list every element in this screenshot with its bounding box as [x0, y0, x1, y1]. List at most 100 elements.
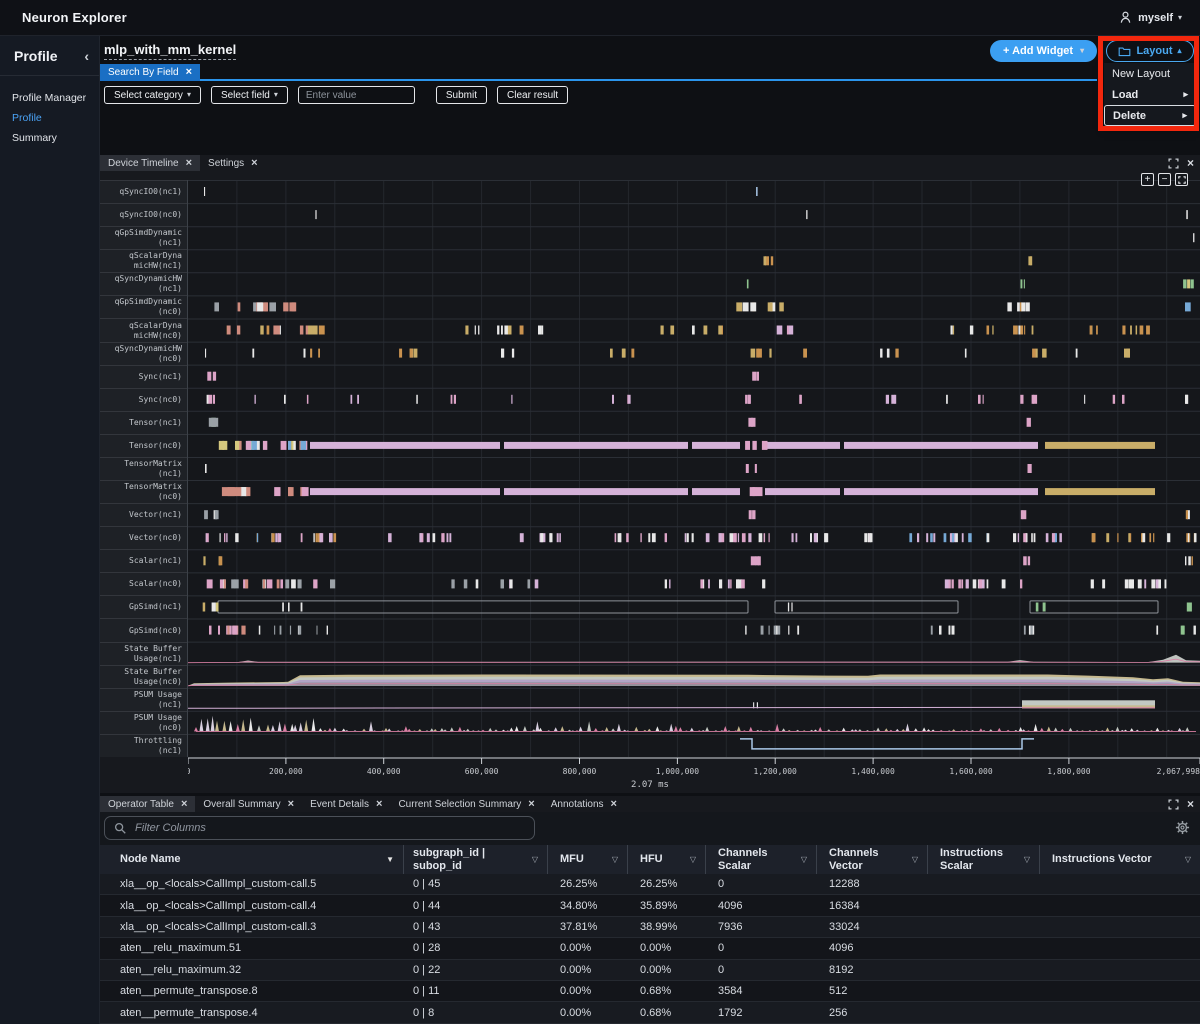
- menu-item-label: Load: [1112, 89, 1138, 101]
- column-header-channels-vector[interactable]: Channels Vector▽: [817, 845, 928, 874]
- table-row[interactable]: xla__op_<locals>CallImpl_custom-call.30 …: [100, 917, 1200, 938]
- svg-text:800,000: 800,000: [563, 767, 597, 776]
- column-header-channels-scalar[interactable]: Channels Scalar▽: [706, 845, 817, 874]
- cell-subgraph-id-subop-id: 0 | 45: [404, 878, 548, 890]
- track-label-qgpsimddynamic-nc1: qGpSimdDynamic(nc1): [100, 226, 187, 249]
- sidebar-collapse-icon[interactable]: ‹: [84, 48, 89, 64]
- zoom-fit-button[interactable]: [1175, 173, 1188, 186]
- menu-item-new-layout[interactable]: New Layout: [1104, 63, 1196, 84]
- close-icon[interactable]: ×: [528, 799, 534, 810]
- track-label-psum-usage-nc1: PSUM Usage(nc1): [100, 688, 187, 711]
- add-widget-button[interactable]: + Add Widget ▾: [990, 40, 1097, 62]
- cell-hfu: 0.00%: [628, 964, 706, 976]
- track-label-tensor-nc0: Tensor(nc0): [100, 434, 187, 457]
- table-row[interactable]: aten__permute_transpose.80 | 110.00%0.68…: [100, 981, 1200, 1002]
- svg-text:1,600,000: 1,600,000: [949, 767, 993, 776]
- tab-label: Annotations: [551, 799, 604, 810]
- zoom-in-button[interactable]: +: [1141, 173, 1154, 186]
- track-label-scalar-nc0: Scalar(nc0): [100, 572, 187, 595]
- cell-hfu: 0.00%: [628, 942, 706, 954]
- tab-annotations[interactable]: Annotations ×: [543, 796, 625, 812]
- close-icon[interactable]: ×: [186, 158, 192, 169]
- table-row[interactable]: xla__op_<locals>CallImpl_custom-call.50 …: [100, 874, 1200, 895]
- chevron-down-icon: ▾: [1080, 47, 1084, 55]
- tab-search-by-field[interactable]: Search By Field ×: [100, 64, 200, 81]
- expand-panel-icon[interactable]: [1168, 158, 1179, 169]
- tab-current-selection-summary[interactable]: Current Selection Summary×: [390, 796, 542, 812]
- expand-panel-icon[interactable]: [1168, 799, 1179, 810]
- cell-node-name: xla__op_<locals>CallImpl_custom-call.5: [100, 878, 404, 890]
- submit-button[interactable]: Submit: [436, 86, 487, 104]
- tab-device-timeline[interactable]: Device Timeline×: [100, 155, 200, 171]
- sort-icon[interactable]: ▽: [912, 855, 918, 864]
- timeline-axis-svg: 0200,000400,000600,000800,0001,000,0001,…: [188, 757, 1200, 781]
- close-panel-icon[interactable]: ×: [1187, 798, 1194, 810]
- chevron-down-icon: ▾: [187, 91, 191, 99]
- timeline-plot[interactable]: [188, 180, 1200, 757]
- clear-result-button[interactable]: Clear result: [497, 86, 568, 104]
- track-label-state-buffer-usage-nc0: State BufferUsage(nc0): [100, 665, 187, 688]
- table-row[interactable]: xla__op_<locals>CallImpl_custom-call.40 …: [100, 895, 1200, 916]
- track-label-sync-nc0: Sync(nc0): [100, 388, 187, 411]
- table-header: Node Name▼subgraph_id | subop_id▽MFU▽HFU…: [100, 845, 1200, 874]
- sort-icon[interactable]: ▽: [1024, 855, 1030, 864]
- value-input[interactable]: [298, 86, 415, 104]
- sidebar-item-summary[interactable]: Summary: [0, 128, 99, 148]
- svg-text:1,800,000: 1,800,000: [1047, 767, 1091, 776]
- cell-channels-scalar: 0: [706, 964, 817, 976]
- cell-hfu: 38.99%: [628, 921, 706, 933]
- close-icon[interactable]: ×: [251, 158, 257, 169]
- close-icon[interactable]: ×: [611, 799, 617, 810]
- svg-text:1,400,000: 1,400,000: [851, 767, 895, 776]
- column-header-node-name[interactable]: Node Name▼: [100, 845, 404, 874]
- column-label: Node Name: [120, 853, 386, 866]
- sort-icon[interactable]: ▽: [532, 855, 538, 864]
- close-icon[interactable]: ×: [181, 799, 187, 810]
- track-labels: qSyncIO0(nc1)qSyncIO0(nc0)qGpSimdDynamic…: [100, 180, 188, 757]
- sort-icon[interactable]: ▽: [801, 855, 807, 864]
- sidebar-item-profile-manager[interactable]: Profile Manager: [0, 88, 99, 108]
- select-field-button[interactable]: Select field ▾: [211, 86, 288, 104]
- table-body: xla__op_<locals>CallImpl_custom-call.50 …: [100, 874, 1200, 1024]
- track-label-vector-nc0: Vector(nc0): [100, 526, 187, 549]
- tab-label: Settings: [208, 158, 244, 169]
- close-icon[interactable]: ×: [288, 799, 294, 810]
- layout-button[interactable]: Layout ▴: [1106, 40, 1194, 62]
- close-icon[interactable]: ×: [186, 67, 192, 78]
- tab-settings[interactable]: Settings ×: [200, 155, 266, 171]
- column-header-instructions-scalar[interactable]: Instructions Scalar▽: [928, 845, 1040, 874]
- tab-event-details[interactable]: Event Details×: [302, 796, 390, 812]
- column-header-hfu[interactable]: HFU▽: [628, 845, 706, 874]
- column-header-instructions-vector[interactable]: Instructions Vector▽: [1040, 845, 1200, 874]
- table-row[interactable]: aten__relu_maximum.320 | 220.00%0.00%081…: [100, 960, 1200, 981]
- gear-icon[interactable]: [1175, 820, 1190, 835]
- sort-icon[interactable]: ▽: [690, 855, 696, 864]
- filter-columns-input[interactable]: [104, 816, 535, 840]
- zoom-out-button[interactable]: −: [1158, 173, 1171, 186]
- menu-item-delete[interactable]: Delete▸: [1104, 105, 1196, 126]
- user-icon: [1118, 10, 1133, 25]
- sort-icon[interactable]: ▼: [386, 855, 394, 864]
- select-category-button[interactable]: Select category ▾: [104, 86, 201, 104]
- tabstrip-underline: [100, 79, 1097, 81]
- cell-hfu: 35.89%: [628, 900, 706, 912]
- user-menu[interactable]: myself ▾: [1118, 10, 1200, 25]
- column-header-subgraph-id-subop-id[interactable]: subgraph_id | subop_id▽: [404, 845, 548, 874]
- cell-channels-vector: 8192: [817, 964, 928, 976]
- sidebar-item-profile[interactable]: Profile: [0, 108, 99, 128]
- close-icon[interactable]: ×: [376, 799, 382, 810]
- cell-subgraph-id-subop-id: 0 | 11: [404, 985, 548, 997]
- track-label-vector-nc1: Vector(nc1): [100, 503, 187, 526]
- cell-channels-vector: 512: [817, 985, 928, 997]
- tab-overall-summary[interactable]: Overall Summary×: [195, 796, 302, 812]
- table-row[interactable]: aten__relu_maximum.510 | 280.00%0.00%040…: [100, 938, 1200, 959]
- menu-item-load[interactable]: Load▸: [1104, 84, 1196, 105]
- tab-operator-table[interactable]: Operator Table×: [100, 796, 195, 812]
- table-row[interactable]: aten__permute_transpose.40 | 80.00%0.68%…: [100, 1002, 1200, 1023]
- sort-icon[interactable]: ▽: [612, 855, 618, 864]
- timeline-body: qSyncIO0(nc1)qSyncIO0(nc0)qGpSimdDynamic…: [100, 180, 1200, 757]
- select-category-label: Select category: [114, 90, 183, 101]
- close-panel-icon[interactable]: ×: [1187, 157, 1194, 169]
- column-header-mfu[interactable]: MFU▽: [548, 845, 628, 874]
- sort-icon[interactable]: ▽: [1185, 855, 1191, 864]
